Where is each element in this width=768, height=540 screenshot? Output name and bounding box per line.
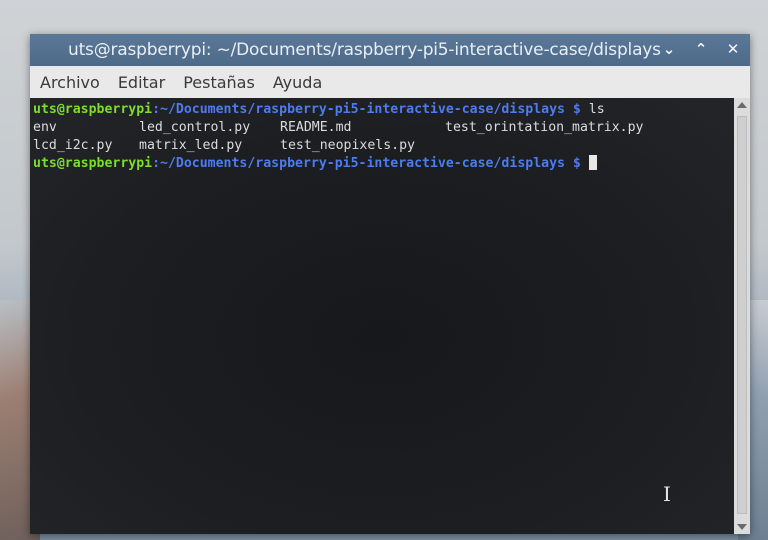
menu-ayuda[interactable]: Ayuda — [264, 73, 331, 92]
scrollbar-thumb[interactable] — [737, 116, 747, 514]
prompt-user: uts@raspberrypi — [33, 156, 153, 171]
scroll-up-icon[interactable] — [737, 102, 747, 108]
listing-row: lcd_i2c.py matrix_led.py test_neopixels.py — [33, 137, 734, 155]
prompt-path: :~/Documents/raspberry-pi5-interactive-c… — [152, 102, 581, 117]
menu-bar: Archivo Editar Pestañas Ayuda — [30, 66, 750, 98]
menu-editar[interactable]: Editar — [109, 73, 174, 92]
terminal-output[interactable]: uts@raspberrypi:~/Documents/raspberry-pi… — [30, 98, 734, 534]
title-bar[interactable]: uts@raspberrypi: ~/Documents/raspberry-p… — [30, 34, 750, 66]
file-entry: env — [33, 120, 57, 135]
window-title: uts@raspberrypi: ~/Documents/raspberry-p… — [68, 40, 661, 60]
mouse-ibeam-icon: I — [663, 482, 671, 506]
file-entry: README.md — [280, 120, 352, 135]
file-entry: matrix_led.py — [139, 138, 243, 153]
prompt-line: uts@raspberrypi:~/Documents/raspberry-pi… — [33, 155, 734, 173]
scroll-down-icon[interactable] — [737, 524, 747, 530]
chevron-up-icon[interactable]: ⌃ — [692, 39, 710, 59]
prompt-path: :~/Documents/raspberry-pi5-interactive-c… — [152, 156, 581, 171]
text-cursor — [588, 155, 597, 170]
terminal-window: uts@raspberrypi: ~/Documents/raspberry-p… — [30, 34, 750, 534]
prompt-user: uts@raspberrypi — [33, 102, 153, 117]
prompt-line: uts@raspberrypi:~/Documents/raspberry-pi… — [33, 101, 734, 119]
menu-archivo[interactable]: Archivo — [30, 73, 109, 92]
file-entry: led_control.py — [139, 120, 251, 135]
scrollbar[interactable] — [734, 98, 750, 534]
file-entry: test_orintation_matrix.py — [445, 120, 644, 135]
window-controls: ⌄ ⌃ ✕ — [660, 39, 742, 59]
file-entry: test_neopixels.py — [280, 138, 415, 153]
command-text: ls — [588, 102, 605, 117]
chevron-down-icon[interactable]: ⌄ — [660, 39, 678, 59]
close-icon[interactable]: ✕ — [724, 39, 742, 59]
listing-row: env led_control.py README.md test_orintatio… — [33, 119, 734, 137]
file-entry: lcd_i2c.py — [33, 138, 113, 153]
menu-pestanas[interactable]: Pestañas — [174, 73, 264, 92]
